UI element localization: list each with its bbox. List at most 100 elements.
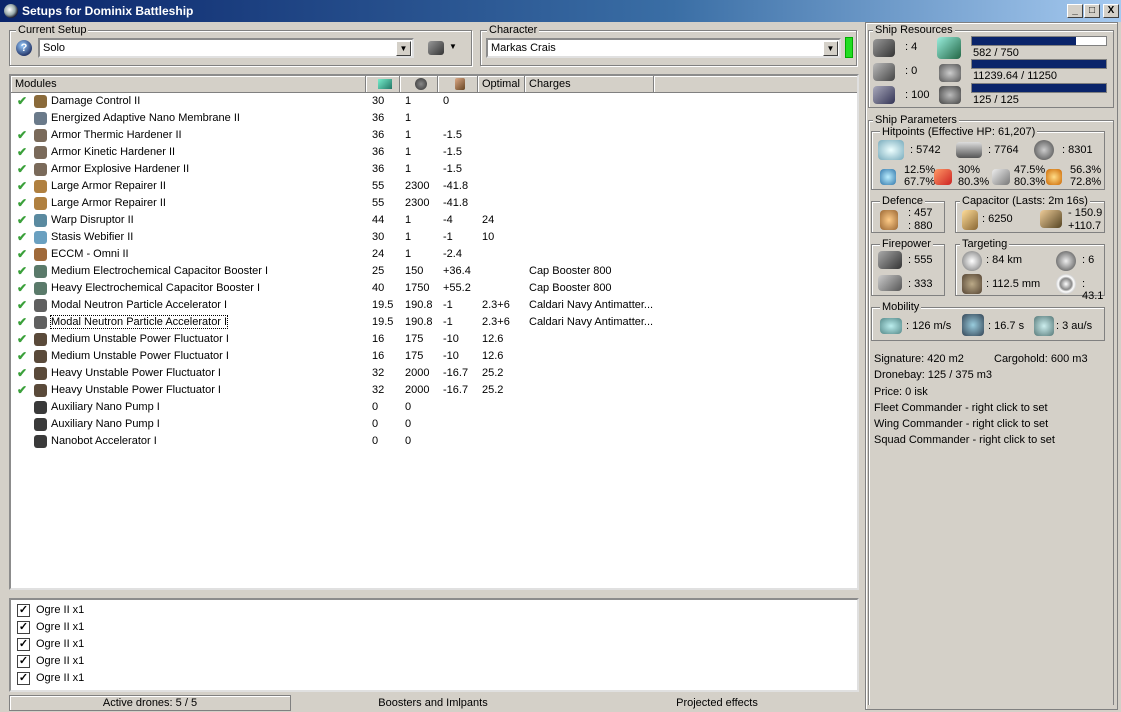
- online-check-icon[interactable]: ✔: [17, 315, 27, 329]
- app-icon[interactable]: [4, 4, 18, 18]
- module-cpu: 30: [372, 95, 385, 107]
- col-charges-header[interactable]: Charges: [525, 76, 654, 93]
- online-check-icon[interactable]: ✔: [17, 128, 27, 142]
- online-check-icon[interactable]: ✔: [17, 383, 27, 397]
- col-optimal-header[interactable]: Optimal: [478, 76, 525, 93]
- drone-row[interactable]: ✓ Ogre II x1: [11, 653, 857, 670]
- online-check-icon[interactable]: ✔: [17, 366, 27, 380]
- module-row[interactable]: ✔ Damage Control II 30 1 0: [11, 93, 857, 110]
- module-row[interactable]: ✔ Medium Unstable Power Fluctuator I 16 175…: [11, 331, 857, 348]
- squad-commander[interactable]: Squad Commander - right click to set: [874, 434, 1055, 446]
- firepower-dps: : 555: [908, 254, 933, 266]
- drone-row[interactable]: ✓ Ogre II x1: [11, 602, 857, 619]
- drone-checkbox[interactable]: ✓: [17, 638, 30, 651]
- price: Price: 0 isk: [874, 386, 928, 398]
- targeting-group: Targeting : 84 km : 6 : 112.5 mm : 43.1: [955, 238, 1105, 302]
- module-row[interactable]: ✔ Heavy Electrochemical Capacitor Booster…: [11, 280, 857, 297]
- col-cpu-header[interactable]: [366, 76, 400, 93]
- online-check-icon[interactable]: ✔: [17, 94, 27, 108]
- module-row[interactable]: ✔ Heavy Unstable Power Fluctuator I 32 2000…: [11, 365, 857, 382]
- col-powergrid-header[interactable]: [400, 76, 438, 93]
- module-icon: [34, 214, 47, 227]
- module-capacitor: -1: [443, 316, 453, 328]
- help-icon[interactable]: ?: [16, 40, 32, 56]
- drones-list[interactable]: ✓ Ogre II x1 ✓ Ogre II x1 ✓ Ogre II x1 ✓ Ogre I…: [9, 598, 859, 692]
- character-combo[interactable]: Markas Crais ▼: [486, 38, 841, 58]
- col-modules-header[interactable]: Modules: [11, 76, 366, 93]
- armor-hp: : 7764: [988, 144, 1019, 156]
- module-row[interactable]: ✔ Medium Electrochemical Capacitor Booste…: [11, 263, 857, 280]
- module-icon: [34, 248, 47, 261]
- chevron-down-icon[interactable]: ▼: [396, 41, 411, 56]
- fleet-commander[interactable]: Fleet Commander - right click to set: [874, 402, 1048, 414]
- module-row[interactable]: ✔ ECCM - Omni II 24 1 -2.4: [11, 246, 857, 263]
- drone-checkbox[interactable]: ✓: [17, 621, 30, 634]
- drone-row[interactable]: ✓ Ogre II x1: [11, 619, 857, 636]
- module-row[interactable]: ✔ Large Armor Repairer II 55 2300 -41.8: [11, 195, 857, 212]
- drone-row[interactable]: ✓ Ogre II x1: [11, 670, 857, 687]
- module-row[interactable]: Energized Adaptive Nano Membrane II 36 1: [11, 110, 857, 127]
- module-row[interactable]: ✔ Heavy Unstable Power Fluctuator I 32 2000…: [11, 382, 857, 399]
- online-check-icon[interactable]: ✔: [17, 264, 27, 278]
- module-row[interactable]: ✔ Medium Unstable Power Fluctuator I 16 175…: [11, 348, 857, 365]
- module-row[interactable]: ✔ Modal Neutron Particle Accelerator I 19.…: [11, 297, 857, 314]
- online-check-icon[interactable]: ✔: [17, 349, 27, 363]
- col-capacitor-header[interactable]: [438, 76, 478, 93]
- module-row[interactable]: ✔ Armor Thermic Hardener II 36 1 -1.5: [11, 127, 857, 144]
- module-row[interactable]: ✔ Large Armor Repairer II 55 2300 -41.8: [11, 178, 857, 195]
- defence-icon: [880, 210, 898, 230]
- online-check-icon[interactable]: ✔: [17, 196, 27, 210]
- drone-checkbox[interactable]: ✓: [17, 672, 30, 685]
- module-cpu: 32: [372, 367, 385, 379]
- drone-row[interactable]: ✓ Ogre II x1: [11, 636, 857, 653]
- online-check-icon[interactable]: ✔: [17, 213, 27, 227]
- module-charge: Caldari Navy Antimatter...: [529, 316, 654, 328]
- online-check-icon[interactable]: ✔: [17, 162, 27, 176]
- wing-commander[interactable]: Wing Commander - right click to set: [874, 418, 1048, 430]
- modules-list[interactable]: Modules Optimal Charges ✔ Damage Control …: [9, 74, 859, 590]
- online-check-icon[interactable]: ✔: [17, 281, 27, 295]
- module-name: Auxiliary Nano Pump I: [51, 418, 160, 430]
- online-check-icon[interactable]: ✔: [17, 145, 27, 159]
- cpu-value: 582 / 750: [973, 47, 1019, 59]
- minimize-button[interactable]: _: [1067, 4, 1083, 18]
- chevron-down-icon[interactable]: ▼: [823, 41, 838, 56]
- drone-checkbox[interactable]: ✓: [17, 604, 30, 617]
- module-name: Damage Control II: [51, 95, 141, 107]
- module-powergrid: 1: [405, 146, 412, 158]
- col-filler-header: [654, 76, 857, 93]
- maximize-button[interactable]: □: [1084, 4, 1100, 18]
- module-row[interactable]: ✔ Stasis Webifier II 30 1 -1 10: [11, 229, 857, 246]
- tab-projected-effects[interactable]: Projected effects: [576, 695, 858, 711]
- tools-dropdown-icon[interactable]: ▼: [449, 42, 457, 51]
- module-powergrid: 1750: [405, 282, 430, 294]
- module-powergrid: 0: [405, 435, 412, 447]
- setup-combo[interactable]: Solo ▼: [38, 38, 414, 58]
- online-check-icon[interactable]: ✔: [17, 179, 27, 193]
- module-icon: [34, 231, 47, 244]
- module-capacitor: -41.8: [443, 180, 469, 192]
- module-row[interactable]: Auxiliary Nano Pump I 0 0: [11, 416, 857, 433]
- close-button[interactable]: X: [1103, 4, 1119, 18]
- module-row[interactable]: ✔ Armor Explosive Hardener II 36 1 -1.5: [11, 161, 857, 178]
- drone-checkbox[interactable]: ✓: [17, 655, 30, 668]
- tab-active-drones[interactable]: Active drones: 5 / 5: [9, 695, 291, 711]
- volley-icon: [878, 275, 902, 291]
- module-row[interactable]: Auxiliary Nano Pump I 0 0: [11, 399, 857, 416]
- online-check-icon[interactable]: ✔: [17, 247, 27, 261]
- capacitor-usage: - 150.9: [1068, 207, 1103, 219]
- setup-tools-icon[interactable]: [428, 41, 444, 55]
- current-setup-group: Current Setup ? Solo ▼ ▼: [9, 24, 472, 66]
- module-icon: [34, 163, 47, 176]
- online-check-icon[interactable]: ✔: [17, 332, 27, 346]
- module-charge: Cap Booster 800: [529, 265, 612, 277]
- online-check-icon[interactable]: ✔: [17, 298, 27, 312]
- targeting-range: : 84 km: [986, 254, 1023, 266]
- module-row[interactable]: ✔ Armor Kinetic Hardener II 36 1 -1.5: [11, 144, 857, 161]
- online-check-icon[interactable]: ✔: [17, 230, 27, 244]
- module-row[interactable]: Nanobot Accelerator I 0 0: [11, 433, 857, 450]
- tab-boosters-implants[interactable]: Boosters and Imlpants: [292, 695, 574, 711]
- module-row[interactable]: ✔ Modal Neutron Particle Accelerator I 19.…: [11, 314, 857, 331]
- module-powergrid: 2000: [405, 367, 430, 379]
- module-row[interactable]: ✔ Warp Disruptor II 44 1 -4 24: [11, 212, 857, 229]
